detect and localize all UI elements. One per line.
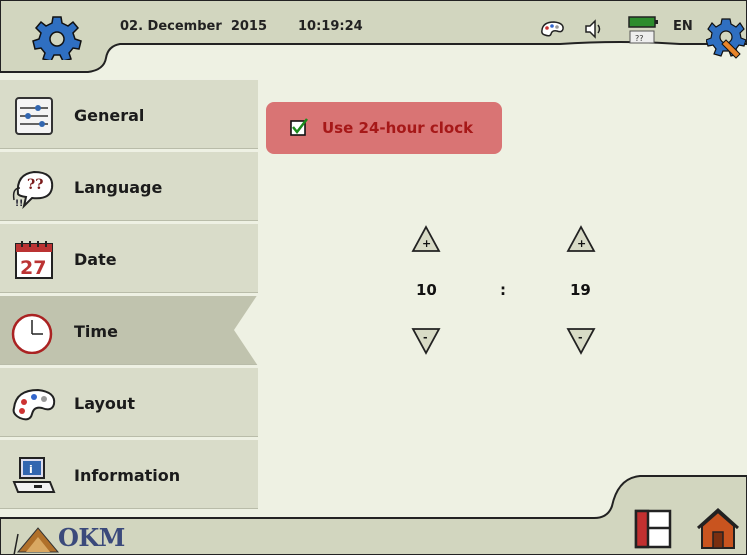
palette-icon — [12, 388, 56, 421]
palette-icon[interactable] — [540, 20, 566, 38]
language-indicator[interactable]: EN — [673, 19, 693, 34]
okm-logo-text: OKM — [58, 523, 125, 552]
minutes-value: 19 — [570, 281, 591, 299]
settings-gear-icon[interactable] — [32, 14, 82, 60]
active-tab-pointer — [234, 294, 258, 366]
header-bar: 02. December 2015 10:19:24 ?? EN — [0, 0, 747, 75]
header-date: 02. December 2015 — [120, 19, 267, 34]
sidebar-item-general[interactable]: General — [0, 79, 258, 149]
window-layout-icon[interactable] — [634, 508, 674, 550]
svg-text:-: - — [423, 331, 428, 344]
svg-text:-: - — [578, 331, 583, 344]
svg-text:27: 27 — [20, 257, 46, 279]
sidebar-item-label: General — [74, 106, 145, 125]
sidebar-item-layout[interactable]: Layout — [0, 367, 258, 437]
sidebar-item-label: Time — [74, 322, 118, 341]
sidebar: General ?? !! Language 27 Date Time Layo… — [0, 79, 258, 519]
minutes-increment-button[interactable]: + — [566, 225, 596, 253]
time-separator: : — [500, 281, 506, 299]
speaker-icon[interactable] — [583, 18, 605, 40]
sidebar-item-time[interactable]: Time — [0, 295, 258, 365]
svg-text:+: + — [577, 237, 586, 250]
svg-text:??: ?? — [27, 177, 43, 193]
header-time: 10:19:24 — [298, 19, 363, 34]
calendar-icon: 27 — [15, 241, 53, 279]
use-24-hour-clock-toggle[interactable]: Use 24-hour clock — [266, 102, 502, 154]
clock-icon — [11, 313, 53, 354]
speech-bubble-icon: ?? !! — [12, 170, 54, 210]
sidebar-item-date[interactable]: 27 Date — [0, 223, 258, 293]
toggle-label: Use 24-hour clock — [322, 119, 474, 137]
battery-icon: ?? — [628, 16, 658, 44]
sidebar-item-label: Layout — [74, 394, 135, 413]
hours-decrement-button[interactable]: - — [411, 327, 441, 355]
hours-increment-button[interactable]: + — [411, 225, 441, 253]
settings-screen: General ?? !! Language 27 Date Time Layo… — [0, 0, 747, 555]
sidebar-item-label: Language — [74, 178, 163, 197]
minutes-decrement-button[interactable]: - — [566, 327, 596, 355]
checkbox-checked-icon — [290, 118, 308, 136]
sidebar-item-label: Date — [74, 250, 117, 269]
sidebar-item-language[interactable]: ?? !! Language — [0, 151, 258, 221]
svg-text:!!: !! — [15, 199, 23, 209]
tools-icon[interactable] — [706, 14, 746, 60]
sliders-icon — [15, 97, 53, 135]
svg-text:+: + — [422, 237, 431, 250]
okm-logo-icon — [16, 527, 60, 553]
hours-value: 10 — [416, 281, 437, 299]
home-icon[interactable] — [694, 506, 742, 550]
svg-text:??: ?? — [635, 34, 644, 43]
